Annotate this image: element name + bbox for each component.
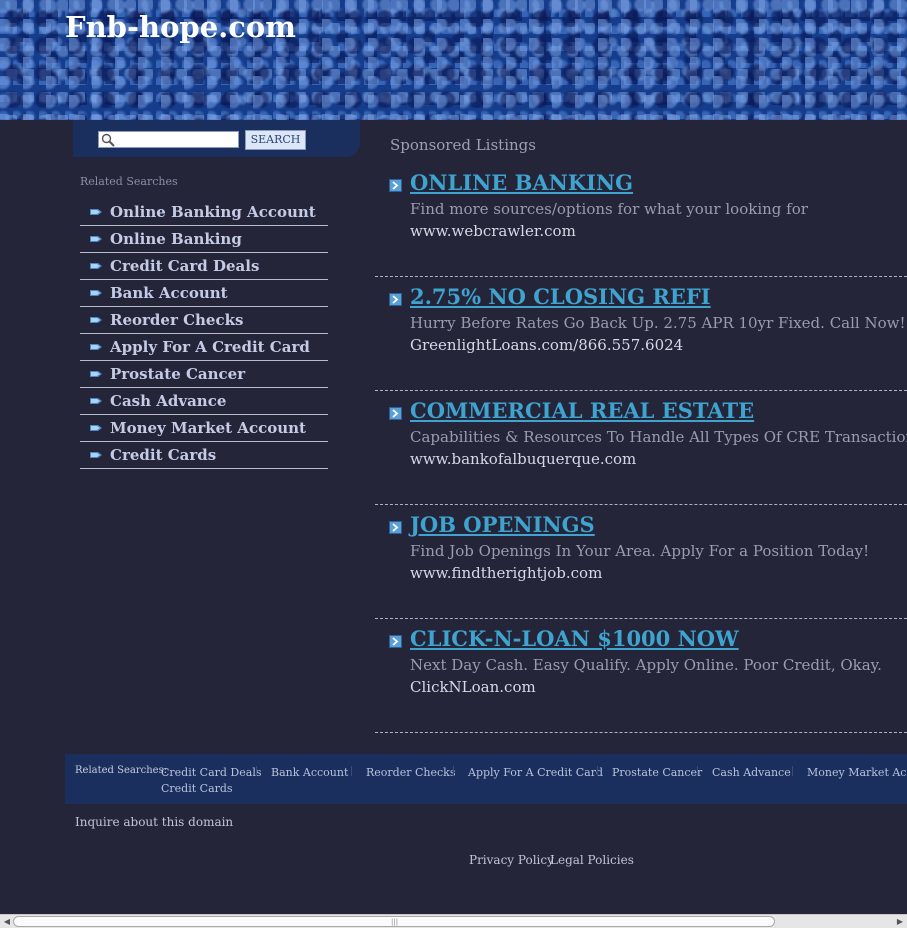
arrow-bullet-icon xyxy=(90,398,102,404)
sidebar-item[interactable]: Credit Cards xyxy=(80,442,328,469)
sidebar-item-label[interactable]: Credit Cards xyxy=(110,446,216,464)
sponsored-listing: COMMERCIAL REAL ESTATE Capabilities & Res… xyxy=(375,390,907,505)
sidebar-item-label[interactable]: Online Banking xyxy=(110,230,242,248)
sidebar-item[interactable]: Reorder Checks xyxy=(80,307,328,334)
inquire-domain-link[interactable]: Inquire about this domain xyxy=(75,815,233,829)
listing-url-link[interactable]: www.bankofalbuquerque.com xyxy=(410,450,636,468)
scroll-left-arrow-icon[interactable]: ◀ xyxy=(1,916,13,927)
arrow-bullet-icon xyxy=(90,371,102,377)
scrollbar-grip-icon: ||| xyxy=(391,918,399,926)
arrow-bullet-icon xyxy=(90,263,102,269)
site-title: Fnb-hope.com xyxy=(65,10,296,44)
footer-link-divider xyxy=(351,766,352,776)
search-icon xyxy=(101,133,115,147)
arrow-bullet-icon xyxy=(90,290,102,296)
arrow-bullet-icon xyxy=(90,425,102,431)
listing-url-link[interactable]: www.findtherightjob.com xyxy=(410,564,602,582)
footer-related-link[interactable]: Money Market Account xyxy=(807,766,907,779)
footer-link-divider xyxy=(256,766,257,776)
header-banner: Fnb-hope.com xyxy=(0,0,907,120)
sidebar-heading: Related Searches xyxy=(80,175,178,188)
sidebar-item-label[interactable]: Bank Account xyxy=(110,284,228,302)
chevron-right-box-icon xyxy=(389,293,402,306)
sidebar-item-label[interactable]: Online Banking Account xyxy=(110,203,316,221)
legal-policies-link[interactable]: Legal Policies xyxy=(550,853,634,867)
listing-title-link[interactable]: COMMERCIAL REAL ESTATE xyxy=(410,398,754,423)
chevron-right-box-icon xyxy=(389,407,402,420)
sidebar-item-label[interactable]: Cash Advance xyxy=(110,392,226,410)
footer-link-divider xyxy=(597,766,598,776)
footer-link-divider xyxy=(453,766,454,776)
arrow-bullet-icon xyxy=(90,317,102,323)
listing-description: Find Job Openings In Your Area. Apply Fo… xyxy=(410,542,870,560)
sidebar-item-label[interactable]: Apply For A Credit Card xyxy=(110,338,310,356)
listing-description: Find more sources/options for what your … xyxy=(410,200,808,218)
arrow-bullet-icon xyxy=(90,236,102,242)
sponsored-heading: Sponsored Listings xyxy=(390,136,536,154)
search-box[interactable] xyxy=(98,131,239,148)
sidebar-item-label[interactable]: Reorder Checks xyxy=(110,311,243,329)
sidebar-item-label[interactable]: Money Market Account xyxy=(110,419,306,437)
sidebar-item[interactable]: Apply For A Credit Card xyxy=(80,334,328,361)
footer-related-link[interactable]: Reorder Checks xyxy=(366,766,455,779)
footer-related-bar: Related Searches: Credit Card Deals Bank … xyxy=(65,754,907,804)
sidebar-item-label[interactable]: Credit Card Deals xyxy=(110,257,259,275)
listing-url-link[interactable]: www.webcrawler.com xyxy=(410,222,576,240)
scrollbar-thumb[interactable]: ||| xyxy=(13,916,775,927)
arrow-bullet-icon xyxy=(90,452,102,458)
arrow-bullet-icon xyxy=(90,344,102,350)
sidebar-item[interactable]: Credit Card Deals xyxy=(80,253,328,280)
footer-related-link[interactable]: Apply For A Credit Card xyxy=(468,766,603,779)
sponsored-listing: ONLINE BANKING Find more sources/options … xyxy=(375,162,907,277)
footer-related-link[interactable]: Cash Advance xyxy=(712,766,791,779)
sponsored-listing: 2.75% NO CLOSING REFI Hurry Before Rates … xyxy=(375,276,907,391)
listing-url-link[interactable]: GreenlightLoans.com/866.557.6024 xyxy=(410,336,683,354)
footer-related-link[interactable]: Credit Card Deals xyxy=(161,766,261,779)
footer-related-label: Related Searches: xyxy=(75,765,168,776)
listing-title-link[interactable]: JOB OPENINGS xyxy=(410,512,595,537)
sidebar-item[interactable]: Online Banking xyxy=(80,226,328,253)
search-input[interactable] xyxy=(117,132,235,147)
sidebar-item[interactable]: Online Banking Account xyxy=(80,199,328,226)
sidebar-list: Online Banking Account Online Banking Cred… xyxy=(80,199,328,469)
chevron-right-box-icon xyxy=(389,635,402,648)
listing-description: Next Day Cash. Easy Qualify. Apply Onlin… xyxy=(410,656,882,674)
scroll-right-arrow-icon[interactable]: ▶ xyxy=(894,916,906,927)
footer-related-link[interactable]: Bank Account xyxy=(271,766,348,779)
listing-url-link[interactable]: ClickNLoan.com xyxy=(410,678,536,696)
sponsored-listing: JOB OPENINGS Find Job Openings In Your Ar… xyxy=(375,504,907,619)
listing-description: Hurry Before Rates Go Back Up. 2.75 APR … xyxy=(410,314,906,332)
sidebar-item[interactable]: Money Market Account xyxy=(80,415,328,442)
search-panel: SEARCH xyxy=(73,120,360,157)
horizontal-scrollbar[interactable]: ◀ ||| ▶ xyxy=(0,914,907,928)
privacy-policy-link[interactable]: Privacy Policy xyxy=(469,853,554,867)
listing-title-link[interactable]: ONLINE BANKING xyxy=(410,170,633,195)
footer-link-divider xyxy=(792,766,793,776)
listing-title-link[interactable]: 2.75% NO CLOSING REFI xyxy=(410,284,711,309)
sidebar-item[interactable]: Bank Account xyxy=(80,280,328,307)
sponsored-listing: CLICK-N-LOAN $1000 NOW Next Day Cash. Eas… xyxy=(375,618,907,733)
footer-link-divider xyxy=(697,766,698,776)
sidebar-item[interactable]: Prostate Cancer xyxy=(80,361,328,388)
listing-title-link[interactable]: CLICK-N-LOAN $1000 NOW xyxy=(410,626,739,651)
chevron-right-box-icon xyxy=(389,521,402,534)
search-button[interactable]: SEARCH xyxy=(245,130,306,150)
arrow-bullet-icon xyxy=(90,209,102,215)
footer-related-link[interactable]: Credit Cards xyxy=(161,782,233,795)
sidebar-item-label[interactable]: Prostate Cancer xyxy=(110,365,245,383)
sidebar-item[interactable]: Cash Advance xyxy=(80,388,328,415)
listing-description: Capabilities & Resources To Handle All T… xyxy=(410,428,907,446)
footer-related-link[interactable]: Prostate Cancer xyxy=(612,766,702,779)
chevron-right-box-icon xyxy=(389,179,402,192)
